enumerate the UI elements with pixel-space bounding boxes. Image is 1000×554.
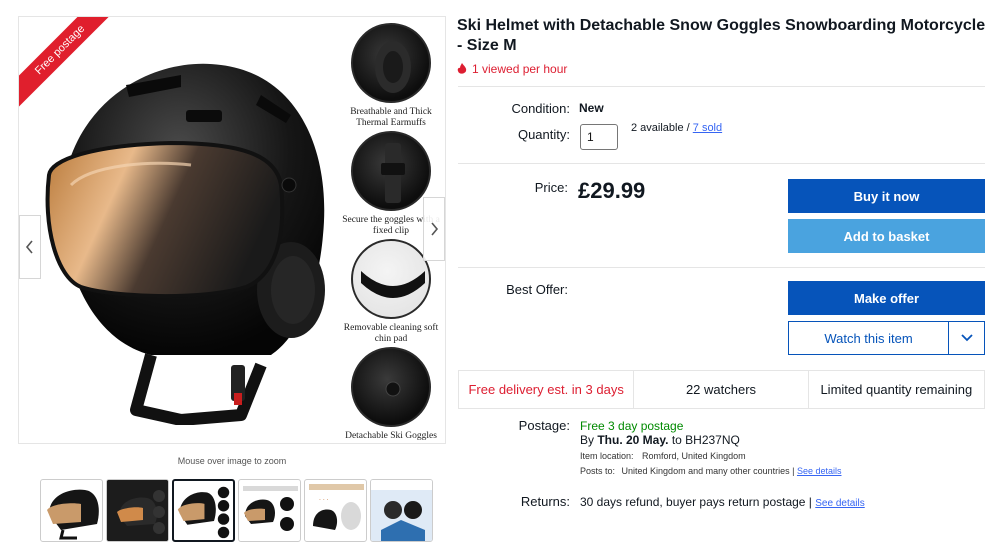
posts-to-label: Posts to:: [580, 466, 616, 476]
to-text: to BH237NQ: [668, 433, 740, 447]
add-to-basket-button[interactable]: Add to basket: [788, 219, 985, 253]
thumbnail-4[interactable]: [238, 479, 301, 542]
info-bar: Free delivery est. in 3 days 22 watchers…: [458, 370, 985, 409]
feature-earmuffs: Breathable and Thick Thermal Earmuffs: [337, 23, 445, 129]
skier-photo-thumbnail-image: [371, 480, 432, 541]
condition-label: Condition:: [511, 101, 570, 116]
product-title: Ski Helmet with Detachable Snow Goggles …: [457, 17, 986, 54]
by-text: By: [580, 433, 598, 447]
clip-detail-image: [351, 131, 431, 211]
make-offer-button[interactable]: Make offer: [788, 281, 985, 315]
quantity-input[interactable]: [580, 124, 618, 150]
price-label: Price:: [534, 180, 568, 195]
thumbnail-6[interactable]: [370, 479, 433, 542]
helmet-fitting-thumbnail-image: · · ·: [309, 484, 364, 530]
previous-image-button[interactable]: [19, 215, 41, 279]
watchers-count: 22 watchers: [634, 371, 809, 408]
returns-text: 30 days refund, buyer pays return postag…: [580, 495, 816, 509]
thumbnail-1[interactable]: [40, 479, 103, 542]
divider: [458, 163, 985, 164]
thumbnail-2[interactable]: [106, 479, 169, 542]
returns-info: 30 days refund, buyer pays return postag…: [580, 495, 865, 509]
divider: [458, 86, 985, 87]
viewed-text: 1 viewed per hour: [472, 62, 568, 76]
thumbnail-3-selected[interactable]: [172, 479, 235, 542]
limited-quantity: Limited quantity remaining: [820, 382, 973, 397]
delivery-estimate: Free delivery est. in 3 days: [459, 371, 635, 408]
viewed-indicator: 1 viewed per hour: [457, 62, 567, 76]
helmet-dark-thumbnail-image: [107, 480, 168, 541]
best-offer-label: Best Offer:: [506, 282, 568, 297]
helmet-features-thumbnail-image: [177, 486, 230, 539]
item-location: Item location: Romford, United Kingdom: [580, 451, 746, 461]
feature-caption: Removable cleaning soft chin pad: [343, 323, 439, 344]
condition-value: New: [579, 101, 604, 115]
goggles-detail-image: [351, 347, 431, 427]
returns-see-details-link[interactable]: See details: [815, 498, 864, 509]
delivery-date: By Thu. 20 May. to BH237NQ: [580, 433, 740, 447]
chin-pad-detail-image: [351, 239, 431, 319]
date-text: Thu. 20 May.: [597, 433, 669, 447]
item-location-value: Romford, United Kingdom: [642, 451, 746, 461]
available-text: 2 available /: [631, 122, 693, 134]
earmuff-detail-image: [351, 23, 431, 103]
feature-caption: Detachable Ski Goggles: [345, 431, 437, 441]
posts-to-value: United Kingdom and many other countries …: [621, 466, 797, 476]
helmet-parts-thumbnail-image: [243, 486, 298, 531]
postage-label: Postage:: [518, 418, 570, 433]
feature-goggles: Detachable Ski Goggles: [337, 347, 445, 442]
free-postage-ribbon: Free postage: [19, 17, 129, 127]
thumbnail-strip: · · ·: [40, 479, 433, 542]
watch-item-control: Watch this item: [788, 321, 985, 355]
postage-method: Free 3 day postage: [580, 419, 684, 433]
buy-it-now-button[interactable]: Buy it now: [788, 179, 985, 213]
next-image-button[interactable]: [423, 197, 445, 261]
posts-to: Posts to: United Kingdom and many other …: [580, 466, 842, 476]
zoom-hint: Mouse over image to zoom: [177, 456, 287, 466]
sold-link[interactable]: 7 sold: [693, 122, 722, 134]
quantity-label: Quantity:: [517, 127, 570, 142]
availability: 2 available / 7 sold: [631, 122, 722, 134]
main-product-image[interactable]: Free postage Breathable and Thick Therma…: [18, 16, 446, 444]
chevron-left-icon: [25, 240, 33, 254]
flame-icon: [457, 63, 467, 74]
svg-text:· · ·: · · ·: [319, 497, 329, 504]
chevron-right-icon: [431, 222, 439, 236]
watch-item-button[interactable]: Watch this item: [789, 322, 948, 354]
chevron-down-icon: [960, 334, 973, 342]
item-location-label: Item location:: [580, 451, 634, 461]
divider: [458, 267, 985, 268]
helmet-thumbnail-image: [47, 489, 99, 540]
ribbon-label: Free postage: [19, 17, 121, 111]
returns-label: Returns:: [520, 494, 570, 509]
thumbnail-5[interactable]: · · ·: [304, 479, 367, 542]
feature-caption: Breathable and Thick Thermal Earmuffs: [350, 107, 432, 128]
price-value: £29.99: [578, 178, 646, 203]
postage-see-details-link[interactable]: See details: [797, 466, 842, 476]
watch-options-button[interactable]: [948, 322, 984, 354]
